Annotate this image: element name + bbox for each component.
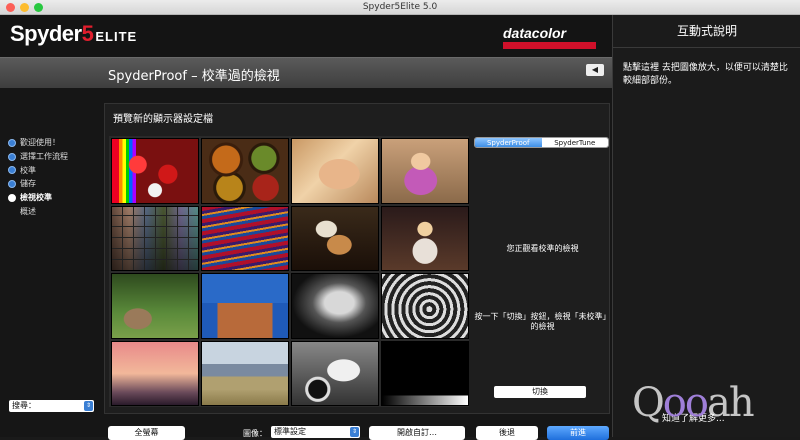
collapse-help-button[interactable]: ◀ <box>586 64 604 76</box>
step-done-icon <box>8 166 16 175</box>
step-active-icon <box>8 193 16 202</box>
image-tile-scooter[interactable] <box>291 340 379 406</box>
image-label: 圖像： <box>243 429 267 438</box>
step-pending-icon <box>8 207 16 215</box>
brand-bar: Spyder5 ELITE datacolor <box>0 15 612 57</box>
image-tile-bowls[interactable] <box>201 138 289 204</box>
calibrated-view-message: 您正觀看校準的檢視 <box>506 244 579 253</box>
help-text: 點擊這裡 去把圖像放大，以便可以清楚比較細部部份。 <box>623 63 788 86</box>
help-title: 互動式說明 <box>613 15 800 48</box>
toggle-button[interactable]: 切換 <box>494 386 586 398</box>
step-summary[interactable]: 概述 <box>8 204 68 218</box>
step-done-icon <box>8 152 16 161</box>
image-tile-sunset[interactable] <box>111 340 199 406</box>
step-list: 歡迎使用！ 選擇工作流程 校準 儲存 檢視校準 概述 <box>8 136 68 218</box>
tab-spydertune[interactable]: SpyderTune <box>541 138 608 147</box>
datacolor-stripe <box>503 42 596 49</box>
panel-heading: 預覽新的顯示器設定檔 <box>113 114 213 125</box>
zoom-window-button[interactable] <box>34 3 43 12</box>
open-custom-button[interactable]: 開啟自訂… <box>369 426 465 440</box>
image-tile-hills[interactable] <box>201 340 289 406</box>
image-tile-colorchecker[interactable] <box>111 205 199 271</box>
preview-panel: 預覽新的顯示器設定檔 SpyderProof SpyderTune 您正觀看校準… <box>104 103 611 414</box>
step-review[interactable]: 檢視校準 <box>8 191 68 205</box>
image-tile-church[interactable] <box>201 273 289 339</box>
image-tile-singer[interactable] <box>381 205 469 271</box>
step-calibrate[interactable]: 校準 <box>8 163 68 177</box>
image-tile-peppers[interactable] <box>111 138 199 204</box>
next-button[interactable]: 前進 <box>547 426 609 440</box>
fullscreen-button[interactable]: 全螢幕 <box>108 426 185 440</box>
toggle-instruction: 按一下「切換」按鈕，檢視「未校準」的檢視 <box>474 312 611 331</box>
minimize-window-button[interactable] <box>20 3 29 12</box>
main-area: Spyder5 ELITE datacolor SpyderProof – 校準過… <box>0 15 612 440</box>
search-select[interactable]: 搜尋： ⇕ <box>9 400 94 412</box>
back-button[interactable]: 後退 <box>476 426 538 440</box>
help-sidebar: 互動式說明 點擊這裡 去把圖像放大，以便可以清楚比較細部部份。 <box>612 15 800 437</box>
window-titlebar: Spyder5Elite 5.0 <box>0 0 800 15</box>
close-window-button[interactable] <box>6 3 15 12</box>
step-save[interactable]: 儲存 <box>8 177 68 191</box>
image-grid[interactable] <box>109 136 469 407</box>
image-tile-bw-man[interactable] <box>291 273 379 339</box>
chevron-updown-icon: ⇕ <box>350 427 359 437</box>
image-tile-grayscale-scene[interactable] <box>381 340 469 406</box>
image-tile-garden[interactable] <box>111 273 199 339</box>
proof-tabs[interactable]: SpyderProof SpyderTune <box>474 137 609 148</box>
step-done-icon <box>8 179 16 188</box>
image-tile-musician[interactable] <box>291 205 379 271</box>
datacolor-logo: datacolor <box>503 25 567 41</box>
window-controls[interactable] <box>6 3 43 12</box>
image-tile-girl[interactable] <box>381 138 469 204</box>
image-set-select[interactable]: 標準設定 ⇕ <box>271 426 360 438</box>
tab-spyderproof[interactable]: SpyderProof <box>475 138 542 147</box>
window-title: Spyder5Elite 5.0 <box>362 2 438 12</box>
image-tile-textiles[interactable] <box>201 205 289 271</box>
step-welcome[interactable]: 歡迎使用！ <box>8 136 68 150</box>
step-workflow[interactable]: 選擇工作流程 <box>8 150 68 164</box>
page-header: SpyderProof – 校準過的檢視 ◀ <box>0 57 612 88</box>
chevron-updown-icon: ⇕ <box>84 401 93 411</box>
spyder-logo: Spyder5 ELITE <box>10 21 138 46</box>
step-done-icon <box>8 138 16 147</box>
page-title: SpyderProof – 校準過的檢視 <box>108 69 280 84</box>
image-tile-portrait-woman[interactable] <box>291 138 379 204</box>
watermark-logo: Qooah <box>632 380 755 426</box>
image-tile-staircase[interactable] <box>381 273 469 339</box>
